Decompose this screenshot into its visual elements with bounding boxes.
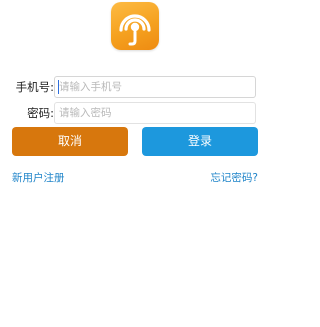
password-input[interactable] <box>54 102 256 124</box>
register-link[interactable]: 新用户注册 <box>12 170 65 185</box>
password-row: 密码: <box>0 102 270 124</box>
text-caret <box>58 80 59 94</box>
phone-row: 手机号: <box>0 76 270 98</box>
password-label: 密码: <box>27 106 54 120</box>
app-logo <box>111 2 159 50</box>
cancel-button[interactable]: 取消 <box>12 127 128 156</box>
phone-input[interactable] <box>54 76 256 98</box>
login-screen: 手机号: 密码: 取消 登录 新用户注册 忘记密码? <box>0 0 270 327</box>
forgot-password-link[interactable]: 忘记密码? <box>210 170 258 185</box>
login-button[interactable]: 登录 <box>142 127 258 156</box>
phone-label: 手机号: <box>15 80 54 94</box>
broadcast-signal-j-icon <box>119 14 151 46</box>
